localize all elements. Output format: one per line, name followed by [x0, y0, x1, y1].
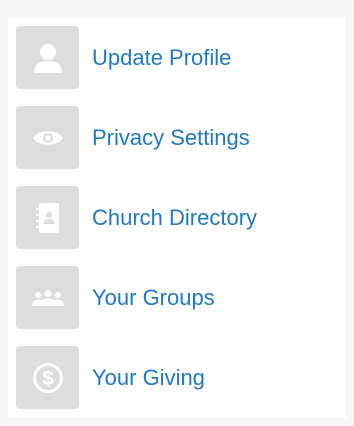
svg-text:$: $ — [42, 368, 53, 390]
eye-icon — [16, 106, 79, 169]
menu-item-label: Church Directory — [92, 204, 258, 230]
menu-item-label: Your Groups — [92, 284, 215, 310]
menu-item-label: Your Giving — [92, 364, 205, 390]
group-icon — [16, 266, 79, 329]
address-book-icon — [16, 186, 79, 249]
person-icon — [16, 26, 79, 89]
account-menu-panel: Update Profile Privacy Settings Church D… — [8, 17, 346, 418]
menu-item-privacy-settings[interactable]: Privacy Settings — [16, 106, 257, 169]
menu-item-your-giving[interactable]: $ Your Giving — [16, 346, 257, 409]
page-background: Update Profile Privacy Settings Church D… — [0, 0, 354, 426]
menu-item-your-groups[interactable]: Your Groups — [16, 266, 257, 329]
account-menu: Update Profile Privacy Settings Church D… — [16, 26, 257, 426]
menu-item-label: Privacy Settings — [92, 124, 250, 150]
dollar-coin-icon: $ — [16, 346, 79, 409]
menu-item-church-directory[interactable]: Church Directory — [16, 186, 257, 249]
menu-item-label: Update Profile — [92, 44, 232, 70]
menu-item-update-profile[interactable]: Update Profile — [16, 26, 257, 89]
